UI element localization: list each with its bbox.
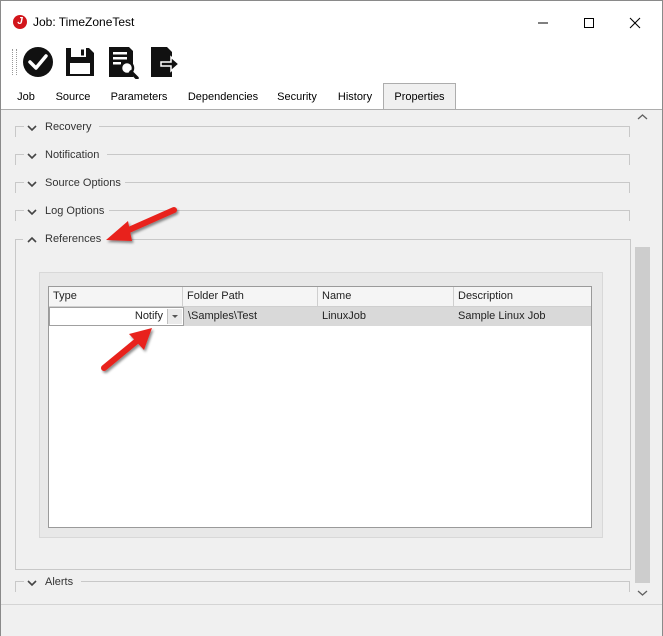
tab-security[interactable]: Security [271, 87, 323, 107]
minimize-icon [538, 22, 548, 24]
grid-header: Type Folder Path Name Description [49, 287, 591, 307]
maximize-button[interactable] [566, 9, 612, 37]
column-header-description[interactable]: Description [454, 287, 591, 306]
chevron-up-icon [27, 236, 37, 243]
scrollbar-thumb[interactable] [635, 247, 650, 583]
job-window: J Job: TimeZoneTest Job Source Parameter… [0, 0, 663, 636]
cell-name[interactable]: LinuxJob [318, 307, 454, 326]
tab-properties[interactable]: Properties [383, 83, 456, 109]
window-title: Job: TimeZoneTest [33, 15, 135, 29]
tab-dependencies[interactable]: Dependencies [183, 87, 263, 107]
chevron-down-icon [27, 181, 37, 188]
maximize-icon [584, 18, 594, 28]
export-button[interactable] [147, 45, 181, 79]
section-source-options[interactable]: Source Options [15, 174, 630, 194]
tab-history[interactable]: History [331, 87, 379, 107]
toolbar [1, 43, 662, 83]
section-log-options-title: Log Options [45, 205, 105, 217]
minimize-button[interactable] [520, 9, 566, 37]
annotation-arrow-icon [106, 207, 177, 241]
section-alerts-title: Alerts [45, 576, 74, 588]
annotation-arrow-icon [101, 328, 152, 371]
save-button[interactable] [63, 45, 97, 79]
app-logo-icon: J [13, 15, 27, 29]
chevron-down-icon [172, 315, 178, 318]
chevron-down-icon [27, 580, 37, 587]
dropdown-button[interactable] [167, 309, 182, 324]
chevron-down-icon [27, 209, 37, 216]
cell-description[interactable]: Sample Linux Job [454, 307, 591, 326]
close-button[interactable] [612, 9, 658, 37]
document-export-icon [151, 47, 181, 77]
column-header-name[interactable]: Name [318, 287, 454, 306]
chevron-down-icon [27, 153, 37, 160]
cell-folder-path[interactable]: \Samples\Test [184, 307, 318, 326]
scroll-up-icon[interactable] [637, 113, 648, 121]
status-bar [1, 604, 662, 636]
section-notification[interactable]: Notification [15, 146, 630, 166]
chevron-down-icon [27, 125, 37, 132]
section-recovery[interactable]: Recovery [15, 118, 630, 138]
toolbar-grip[interactable] [12, 49, 17, 75]
view-log-button[interactable] [105, 45, 139, 80]
section-source-options-title: Source Options [45, 177, 121, 189]
section-references-title: References [45, 233, 102, 245]
section-notification-title: Notification [45, 149, 100, 161]
column-header-folder-path[interactable]: Folder Path [183, 287, 318, 306]
check-circle-icon [23, 47, 53, 77]
tab-parameters[interactable]: Parameters [105, 87, 173, 107]
tab-source[interactable]: Source [51, 87, 95, 107]
column-header-type[interactable]: Type [49, 287, 183, 306]
scroll-down-icon[interactable] [637, 589, 648, 597]
save-icon [66, 48, 94, 76]
tab-strip: Job Source Parameters Dependencies Secur… [1, 83, 662, 110]
validate-button[interactable] [21, 45, 55, 79]
title-bar: J Job: TimeZoneTest [1, 1, 662, 43]
tab-job[interactable]: Job [9, 87, 43, 107]
document-search-icon [109, 47, 139, 80]
section-alerts[interactable]: Alerts [15, 573, 630, 593]
section-recovery-title: Recovery [45, 121, 92, 133]
close-icon [629, 17, 641, 29]
vertical-scrollbar[interactable] [634, 110, 651, 604]
